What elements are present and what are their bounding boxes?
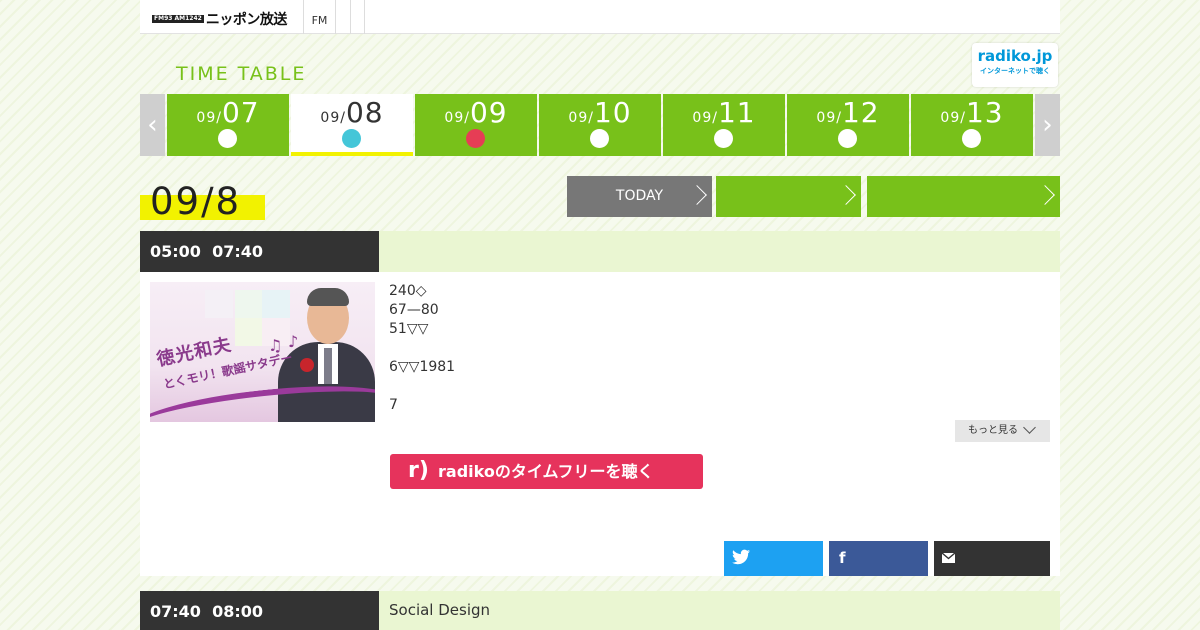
chevron-left-icon: ‹ — [147, 110, 158, 140]
description-line: 6▽▽1981 — [389, 359, 456, 375]
decor-square — [235, 290, 263, 318]
date-dot-icon — [714, 129, 733, 148]
date-dot-icon — [218, 129, 237, 148]
date-dot-icon — [590, 129, 609, 148]
date-tab-12[interactable]: 09/12 — [787, 94, 909, 156]
program-detail: 徳光和夫 とくモリ！歌謡サタデー ♫ ♪ 240◇ 67—80 51▽▽ 6▽▽… — [140, 272, 1060, 576]
date-dot-icon — [466, 129, 485, 148]
prev-week-button[interactable]: ‹ — [140, 94, 165, 156]
date-tab-09[interactable]: 09/09 — [415, 94, 537, 156]
current-date-heading: 09/8 — [140, 180, 265, 223]
more-button[interactable]: もっと見る — [955, 420, 1050, 442]
date-tab-day: 12 — [841, 96, 880, 129]
date-tab-day: 10 — [593, 96, 632, 129]
program-time: 07:40 08:00 — [140, 591, 379, 630]
today-button[interactable]: TODAY — [567, 176, 712, 217]
radiko-badge-link[interactable]: radiko.jp インターネットで聴く — [972, 43, 1058, 87]
nav-fm-label: FM — [311, 14, 328, 27]
chevron-down-icon — [1023, 421, 1036, 434]
station-logo[interactable]: FM93 AM1242 ニッポン放送 — [152, 11, 288, 28]
chevron-right-icon: › — [1042, 110, 1053, 140]
more-button-label: もっと見る — [968, 425, 1018, 436]
date-tab-day: 13 — [965, 96, 1004, 129]
radiko-timefree-button[interactable]: r) radikoのタイムフリーを聴く — [390, 454, 703, 489]
description-line: 67—80 — [389, 302, 439, 318]
date-tab-month: 09/ — [940, 110, 966, 126]
date-dot-icon — [838, 129, 857, 148]
current-date-label: 09/8 — [150, 180, 242, 223]
date-tab-month: 09/ — [568, 110, 594, 126]
radiko-timefree-label: radikoのタイムフリーを聴く — [438, 462, 654, 481]
date-tab-month: 09/ — [692, 110, 718, 126]
date-tab-day: 08 — [345, 96, 384, 129]
logo-frequency: FM93 AM1242 — [152, 15, 204, 23]
logo-text: ニッポン放送 — [205, 12, 288, 28]
page-title: TIME TABLE — [176, 63, 307, 85]
radiko-badge-label: radiko.jp — [977, 47, 1053, 65]
decor-square — [235, 318, 263, 346]
program-header[interactable]: 05:00 07:40 — [140, 231, 1060, 272]
date-tab-day: 07 — [221, 96, 260, 129]
twitter-icon — [732, 549, 750, 570]
date-tab-day: 11 — [717, 96, 756, 129]
mail-share-button[interactable] — [934, 541, 1050, 576]
date-strip: ‹ 09/07 09/08 09/09 09/10 09/11 09/12 09… — [140, 94, 1060, 156]
music-note-icon: ♫ — [268, 336, 283, 355]
chevron-right-icon — [1035, 185, 1055, 205]
date-tab-07[interactable]: 09/07 — [167, 94, 289, 156]
date-dot-icon — [342, 129, 361, 148]
next-week-button[interactable]: › — [1035, 94, 1060, 156]
date-tab-month: 09/ — [816, 110, 842, 126]
date-tab-08[interactable]: 09/08 — [291, 94, 413, 156]
description-line: 51▽▽ — [389, 321, 429, 337]
microphone-icon — [300, 358, 314, 372]
program-time: 05:00 07:40 — [140, 231, 379, 272]
facebook-icon: f — [839, 549, 846, 567]
description-line: 7 — [389, 397, 398, 413]
host-tie — [324, 348, 332, 384]
description-line — [389, 377, 455, 396]
music-note-icon: ♪ — [288, 332, 299, 351]
decor-square — [205, 290, 233, 318]
facebook-share-button[interactable]: f — [829, 541, 928, 576]
decor-square — [262, 290, 290, 318]
nav-button-2[interactable] — [867, 176, 1060, 217]
date-tab-day: 09 — [469, 96, 508, 129]
date-tab-13[interactable]: 09/13 — [911, 94, 1033, 156]
nav-fm[interactable]: FM — [303, 0, 335, 34]
mail-icon — [941, 549, 956, 568]
program-image: 徳光和夫 とくモリ！歌謡サタデー ♫ ♪ — [150, 282, 375, 422]
radiko-badge-sub: インターネットで聴く — [980, 67, 1050, 75]
date-tab-month: 09/ — [444, 110, 470, 126]
program-header[interactable]: 07:40 08:00 Social Design — [140, 591, 1060, 630]
nav-item-2[interactable] — [335, 0, 350, 34]
date-tab-month: 09/ — [196, 110, 222, 126]
top-bar: FM93 AM1242 ニッポン放送 FM — [140, 0, 1060, 34]
description-line: 240◇ — [389, 283, 427, 299]
chevron-right-icon — [836, 185, 856, 205]
description-line — [389, 339, 455, 358]
date-tab-month: 09/ — [320, 110, 346, 126]
radiko-logo-icon: r) — [408, 458, 429, 483]
program-title: Social Design — [389, 601, 491, 619]
date-tab-11[interactable]: 09/11 — [663, 94, 785, 156]
twitter-share-button[interactable] — [724, 541, 823, 576]
nav-item-3[interactable] — [350, 0, 365, 34]
program-description: 240◇ 67—80 51▽▽ 6▽▽1981 7 — [389, 282, 455, 415]
date-tab-10[interactable]: 09/10 — [539, 94, 661, 156]
nav-button-1[interactable] — [716, 176, 861, 217]
host-hair — [307, 288, 349, 306]
date-dot-icon — [962, 129, 981, 148]
